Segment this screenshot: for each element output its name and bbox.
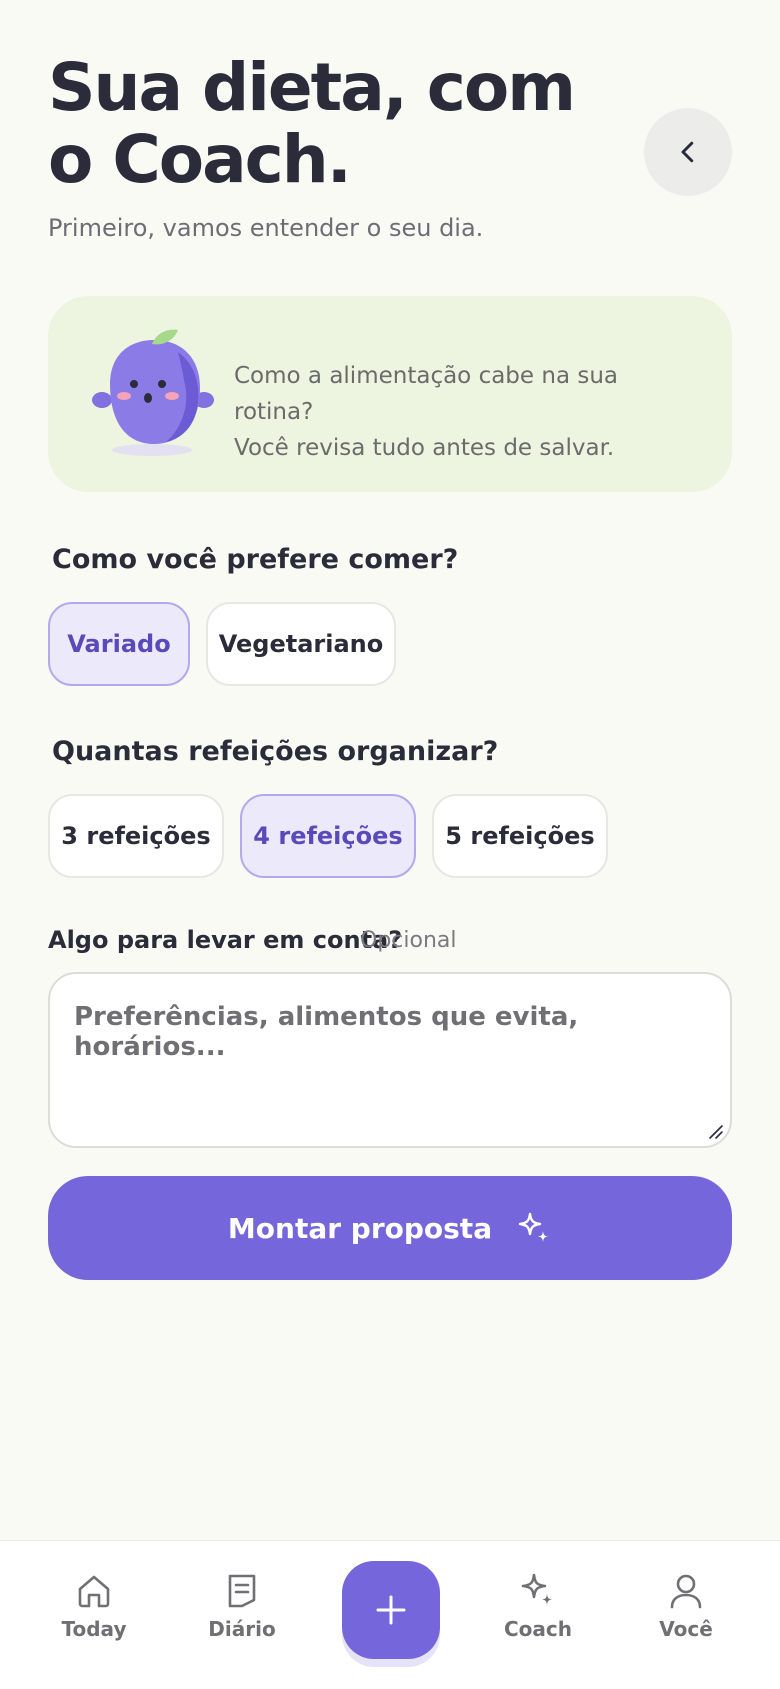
notes-label: Algo para levar em conta? xyxy=(48,926,403,954)
tab-today[interactable]: Today xyxy=(34,1571,154,1641)
home-icon xyxy=(78,1575,110,1608)
diet-question-label: Como você prefere comer? xyxy=(52,544,459,575)
tab-diario-label: Diário xyxy=(208,1617,276,1641)
diet-option-vegetariano[interactable]: Vegetariano xyxy=(206,602,396,686)
tab-today-label: Today xyxy=(61,1617,127,1641)
tab-diario[interactable]: Diário xyxy=(182,1571,302,1641)
notes-field-container xyxy=(48,972,732,1148)
sparkle-icon xyxy=(518,1212,549,1242)
notes-textarea[interactable] xyxy=(50,974,730,1146)
diet-option-variado[interactable]: Variado xyxy=(48,602,190,686)
meals-option-4[interactable]: 4 refeições xyxy=(240,794,416,878)
intro-text-line-1: Como a alimentação cabe na sua rotina? xyxy=(234,363,619,425)
meals-question-label: Quantas refeições organizar? xyxy=(52,736,499,767)
page-title: Sua dieta, com o Coach. xyxy=(48,49,576,198)
tab-voce-label: Você xyxy=(659,1617,713,1641)
intro-card: Como a alimentação cabe na sua rotina? V… xyxy=(48,296,732,492)
resize-handle-icon[interactable] xyxy=(706,1122,724,1140)
optional-tag: Opcional xyxy=(360,928,457,953)
tab-coach-label: Coach xyxy=(503,1617,572,1641)
bottom-tab-bar: Today Diário Coach Você xyxy=(0,1540,780,1689)
chevron-left-icon xyxy=(681,141,694,163)
meals-option-5[interactable]: 5 refeições xyxy=(432,794,608,878)
diet-coach-screen: Sua dieta, com o Coach. Primeiro, vamos … xyxy=(0,0,780,1689)
meals-option-3[interactable]: 3 refeições xyxy=(48,794,224,878)
tab-voce[interactable]: Você xyxy=(626,1571,746,1641)
build-proposal-label: Montar proposta xyxy=(227,1211,493,1245)
sparkle-icon xyxy=(521,1573,552,1605)
tab-coach[interactable]: Coach xyxy=(478,1571,598,1641)
person-icon xyxy=(670,1574,702,1609)
plum-mascot-icon xyxy=(92,329,214,456)
page-subtitle: Primeiro, vamos entender o seu dia. xyxy=(48,214,484,242)
build-proposal-button[interactable]: Montar proposta xyxy=(48,1176,732,1280)
journal-icon xyxy=(228,1574,256,1608)
plus-icon xyxy=(376,1595,406,1625)
back-button[interactable] xyxy=(644,108,732,196)
add-button[interactable] xyxy=(342,1561,440,1659)
intro-text-line-2: Você revisa tudo antes de salvar. xyxy=(234,435,615,461)
